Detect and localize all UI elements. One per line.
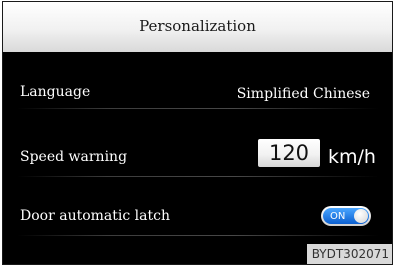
speed-unit: km/h (328, 146, 376, 168)
divider (17, 235, 379, 236)
divider (17, 176, 379, 177)
settings-list: Language Simplified Chinese Speed warnin… (3, 52, 392, 264)
door-latch-toggle[interactable]: ON (321, 206, 371, 226)
header-bar: Personalization (3, 2, 392, 52)
toggle-track: ON (323, 208, 369, 224)
speed-warning-input[interactable]: 120 (258, 139, 320, 167)
door-latch-label: Door automatic latch (20, 208, 170, 224)
language-value[interactable]: Simplified Chinese (237, 86, 370, 102)
speed-warning-label: Speed warning (20, 149, 128, 165)
divider (17, 108, 379, 109)
settings-screen: Personalization Language Simplified Chin… (2, 1, 393, 265)
language-label: Language (20, 84, 91, 100)
toggle-text: ON (330, 210, 346, 222)
watermark: BYDT302071 (306, 244, 392, 264)
page-title: Personalization (139, 16, 256, 35)
toggle-knob (354, 209, 368, 223)
